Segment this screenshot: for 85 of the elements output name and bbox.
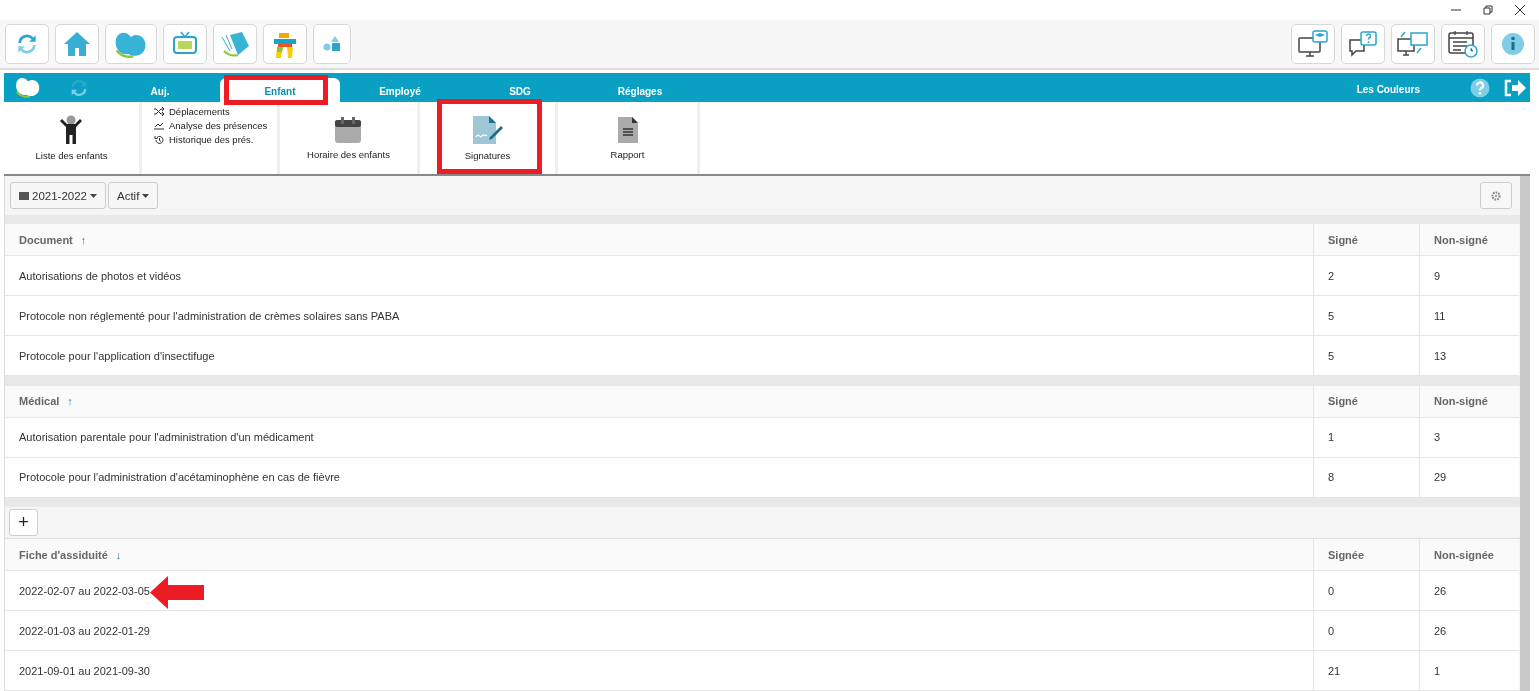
table-cell: 13 <box>1434 349 1447 362</box>
caret-icon <box>90 193 97 198</box>
nav-tab[interactable]: Employé <box>340 73 460 102</box>
table-cell: 0 <box>1328 584 1335 597</box>
table-cell: 9 <box>1434 269 1441 282</box>
sort-arrow[interactable]: ↑ <box>80 233 87 246</box>
refresh-button[interactable] <box>5 24 49 64</box>
settings-icon <box>1491 190 1501 201</box>
restore-icon[interactable] <box>1483 5 1493 15</box>
table-cell: 1 <box>1434 664 1441 677</box>
account-name: Les Couleurs <box>1356 82 1420 95</box>
history-icon <box>154 135 164 144</box>
table-cell: 26 <box>1434 584 1447 597</box>
nav-tab[interactable]: Réglages <box>580 73 700 102</box>
ribbon-link[interactable]: Analyse des présences <box>154 120 277 131</box>
table-cell: 29 <box>1434 471 1447 484</box>
table-cell: Protocole pour l'administration d'acétaminophène en cas de fièvre <box>19 471 340 484</box>
column-header[interactable]: Fiche d'assiduité <box>19 548 108 561</box>
table-cell: 26 <box>1434 624 1447 637</box>
remote-button[interactable] <box>1391 24 1435 64</box>
add-button[interactable]: + <box>9 508 38 536</box>
table-cell: 21 <box>1328 664 1341 677</box>
document-icon <box>616 116 639 144</box>
table-cell: Autorisation parentale pour l'administration d'un médicament <box>19 431 314 444</box>
table-cell: 0 <box>1328 624 1335 637</box>
table-cell: 2 <box>1328 269 1335 282</box>
table-cell: 2022-02-07 au 2022-03-05 <box>19 584 150 597</box>
shapes-icon <box>323 36 341 52</box>
monitor-graduation-cap-icon <box>1298 30 1328 58</box>
line-chart-icon <box>154 121 164 130</box>
logo-icon <box>14 76 42 99</box>
two-monitors-icon <box>1397 30 1429 58</box>
ribbon-button[interactable]: Rapport <box>610 116 645 160</box>
signature-document-icon <box>470 115 505 145</box>
inukshuk-button[interactable] <box>263 24 307 64</box>
tv-button[interactable] <box>163 24 207 64</box>
sort-arrow[interactable]: ↑ <box>67 395 73 408</box>
shapes-button[interactable] <box>313 24 351 64</box>
table-cell: 5 <box>1328 309 1335 322</box>
ribbon-link[interactable]: Historique des prés. <box>154 134 277 145</box>
table-cell: 2021-09-01 au 2021-09-30 <box>19 664 150 677</box>
status-dropdown[interactable]: Actif <box>108 182 159 210</box>
table-cell: 1 <box>1328 431 1335 444</box>
table-cell: 5 <box>1328 349 1335 362</box>
scrollbar[interactable] <box>1520 176 1530 691</box>
book-icon <box>220 31 250 57</box>
ribbon-button[interactable]: Horaire des enfants <box>307 116 390 160</box>
table-cell: 8 <box>1328 471 1335 484</box>
sort-arrow[interactable]: ↓ <box>115 548 122 561</box>
table-cell: 3 <box>1434 431 1441 444</box>
caret-icon <box>142 193 150 198</box>
info-button[interactable] <box>1491 24 1535 64</box>
calendar-clock-icon <box>1448 30 1478 58</box>
settings-button[interactable] <box>1480 182 1512 210</box>
column-header[interactable]: Signé <box>1328 233 1358 246</box>
nav-tab[interactable]: SDG <box>460 73 580 102</box>
table-cell: 2022-01-03 au 2022-01-29 <box>19 624 150 637</box>
nav-tab[interactable]: Auj. <box>100 73 220 102</box>
shuffle-icon <box>154 107 164 116</box>
table-cell: 11 <box>1434 309 1446 322</box>
person-icon <box>58 115 85 145</box>
training-button[interactable] <box>1291 24 1335 64</box>
schedule-button[interactable] <box>1441 24 1485 64</box>
column-header[interactable]: Signé <box>1328 395 1358 408</box>
year-dropdown[interactable]: 2021-2022 <box>10 182 106 210</box>
home-button[interactable] <box>55 24 99 64</box>
help-chat-button[interactable] <box>1341 24 1385 64</box>
column-header[interactable]: Médical <box>19 395 60 408</box>
table-cell: Autorisations de photos et vidéos <box>19 269 182 282</box>
info-icon <box>1501 32 1525 56</box>
question-chat-icon <box>1348 30 1378 58</box>
ribbon-link[interactable]: Déplacements <box>154 106 277 117</box>
table-cell: Protocole non réglementé pour l'administration de crèmes solaires sans PABA <box>19 309 400 322</box>
ribbon-button[interactable]: Signatures <box>464 115 511 161</box>
book-button[interactable] <box>213 24 257 64</box>
ribbon-button[interactable]: Liste des enfants <box>35 115 108 161</box>
column-header[interactable]: Signée <box>1328 548 1365 561</box>
close-icon[interactable] <box>1515 5 1525 15</box>
table-cell: Protocole pour l'application d'insectifuge <box>19 349 215 362</box>
column-header[interactable]: Document <box>19 233 73 246</box>
help-icon[interactable] <box>1470 77 1490 98</box>
logout-icon[interactable] <box>1504 78 1526 97</box>
tv-icon <box>173 31 197 57</box>
logo-button[interactable] <box>105 24 157 64</box>
home-icon <box>63 31 91 57</box>
